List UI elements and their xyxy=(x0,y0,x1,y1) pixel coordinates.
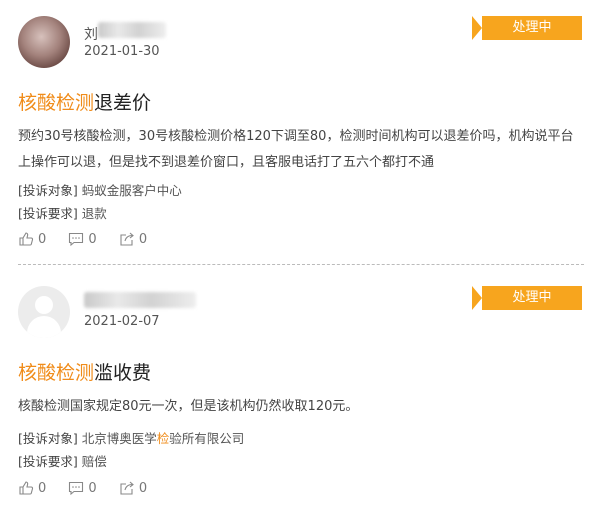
share-icon xyxy=(120,232,134,246)
comment-button[interactable]: 0 xyxy=(68,480,97,496)
thumbs-up-icon xyxy=(19,232,34,246)
action-bar: 0 0 0 xyxy=(18,231,165,251)
request-value: 赔偿 xyxy=(81,454,107,469)
request-label: [投诉要求] xyxy=(18,454,78,469)
target-value[interactable]: 北京博奥医学检验所有限公司 xyxy=(82,431,245,446)
complaint-description: 预约30号核酸检测，30号核酸检测价格120下调至80，检测时间机构可以退差价吗… xyxy=(18,129,574,170)
request-label: [投诉要求] xyxy=(18,206,78,221)
avatar-head xyxy=(35,296,53,314)
share-button[interactable]: 0 xyxy=(119,231,147,247)
username-blur xyxy=(84,292,196,308)
complaint-card[interactable]: 刘 2021-01-30 处理中 核酸检测退差价 预约30号核酸检测，30号核酸… xyxy=(0,0,600,262)
request-value: 退款 xyxy=(81,206,107,221)
like-button[interactable]: 0 xyxy=(18,480,46,496)
avatar-body xyxy=(27,316,61,338)
username-blur xyxy=(98,22,166,38)
like-count: 0 xyxy=(38,480,47,496)
action-bar: 0 0 0 xyxy=(18,480,165,500)
post-date: 2021-02-07 xyxy=(84,314,160,329)
complaint-request-row: [投诉要求] 赔偿 xyxy=(18,451,107,470)
post-date: 2021-01-30 xyxy=(84,44,160,59)
complaint-title[interactable]: 核酸检测退差价 xyxy=(18,88,151,115)
comment-icon xyxy=(69,232,84,247)
comment-count: 0 xyxy=(88,480,97,496)
avatar[interactable] xyxy=(18,16,70,68)
username[interactable]: 刘 xyxy=(84,24,98,43)
target-label: [投诉对象] xyxy=(18,183,78,198)
comment-icon xyxy=(69,481,84,496)
thumbs-up-icon xyxy=(19,481,34,495)
title-highlight: 核酸检测 xyxy=(18,92,95,114)
complaint-description: 核酸检测国家规定80元一次，但是该机构仍然收取120元。 xyxy=(18,399,359,414)
like-count: 0 xyxy=(38,231,47,247)
title-highlight: 核酸检测 xyxy=(18,362,95,384)
share-icon xyxy=(120,481,134,495)
target-value-pre: 北京博奥医学 xyxy=(81,431,157,446)
complaint-target-row: [投诉对象] 北京博奥医学检验所有限公司 xyxy=(18,428,244,447)
like-button[interactable]: 0 xyxy=(18,231,46,247)
avatar[interactable] xyxy=(18,286,70,338)
target-value-highlight: 检 xyxy=(156,431,170,446)
complaint-target-row: [投诉对象] 蚂蚁金服客户中心 xyxy=(18,180,182,199)
share-button[interactable]: 0 xyxy=(119,480,147,496)
status-badge: 处理中 xyxy=(482,286,582,310)
complaint-title[interactable]: 核酸检测滥收费 xyxy=(18,358,151,385)
target-value-post: 验所有限公司 xyxy=(169,431,245,446)
title-rest: 退差价 xyxy=(94,92,152,114)
complaint-request-row: [投诉要求] 退款 xyxy=(18,203,107,222)
status-badge: 处理中 xyxy=(482,16,582,40)
complaint-card[interactable]: 2021-02-07 处理中 核酸检测滥收费 核酸检测国家规定80元一次，但是该… xyxy=(0,270,600,512)
target-value[interactable]: 蚂蚁金服客户中心 xyxy=(82,183,182,198)
target-label: [投诉对象] xyxy=(18,431,78,446)
share-count: 0 xyxy=(138,231,148,247)
comment-count: 0 xyxy=(88,231,97,247)
card-divider xyxy=(18,264,584,265)
share-count: 0 xyxy=(138,480,148,496)
title-rest: 滥收费 xyxy=(94,362,152,384)
comment-button[interactable]: 0 xyxy=(68,231,97,247)
